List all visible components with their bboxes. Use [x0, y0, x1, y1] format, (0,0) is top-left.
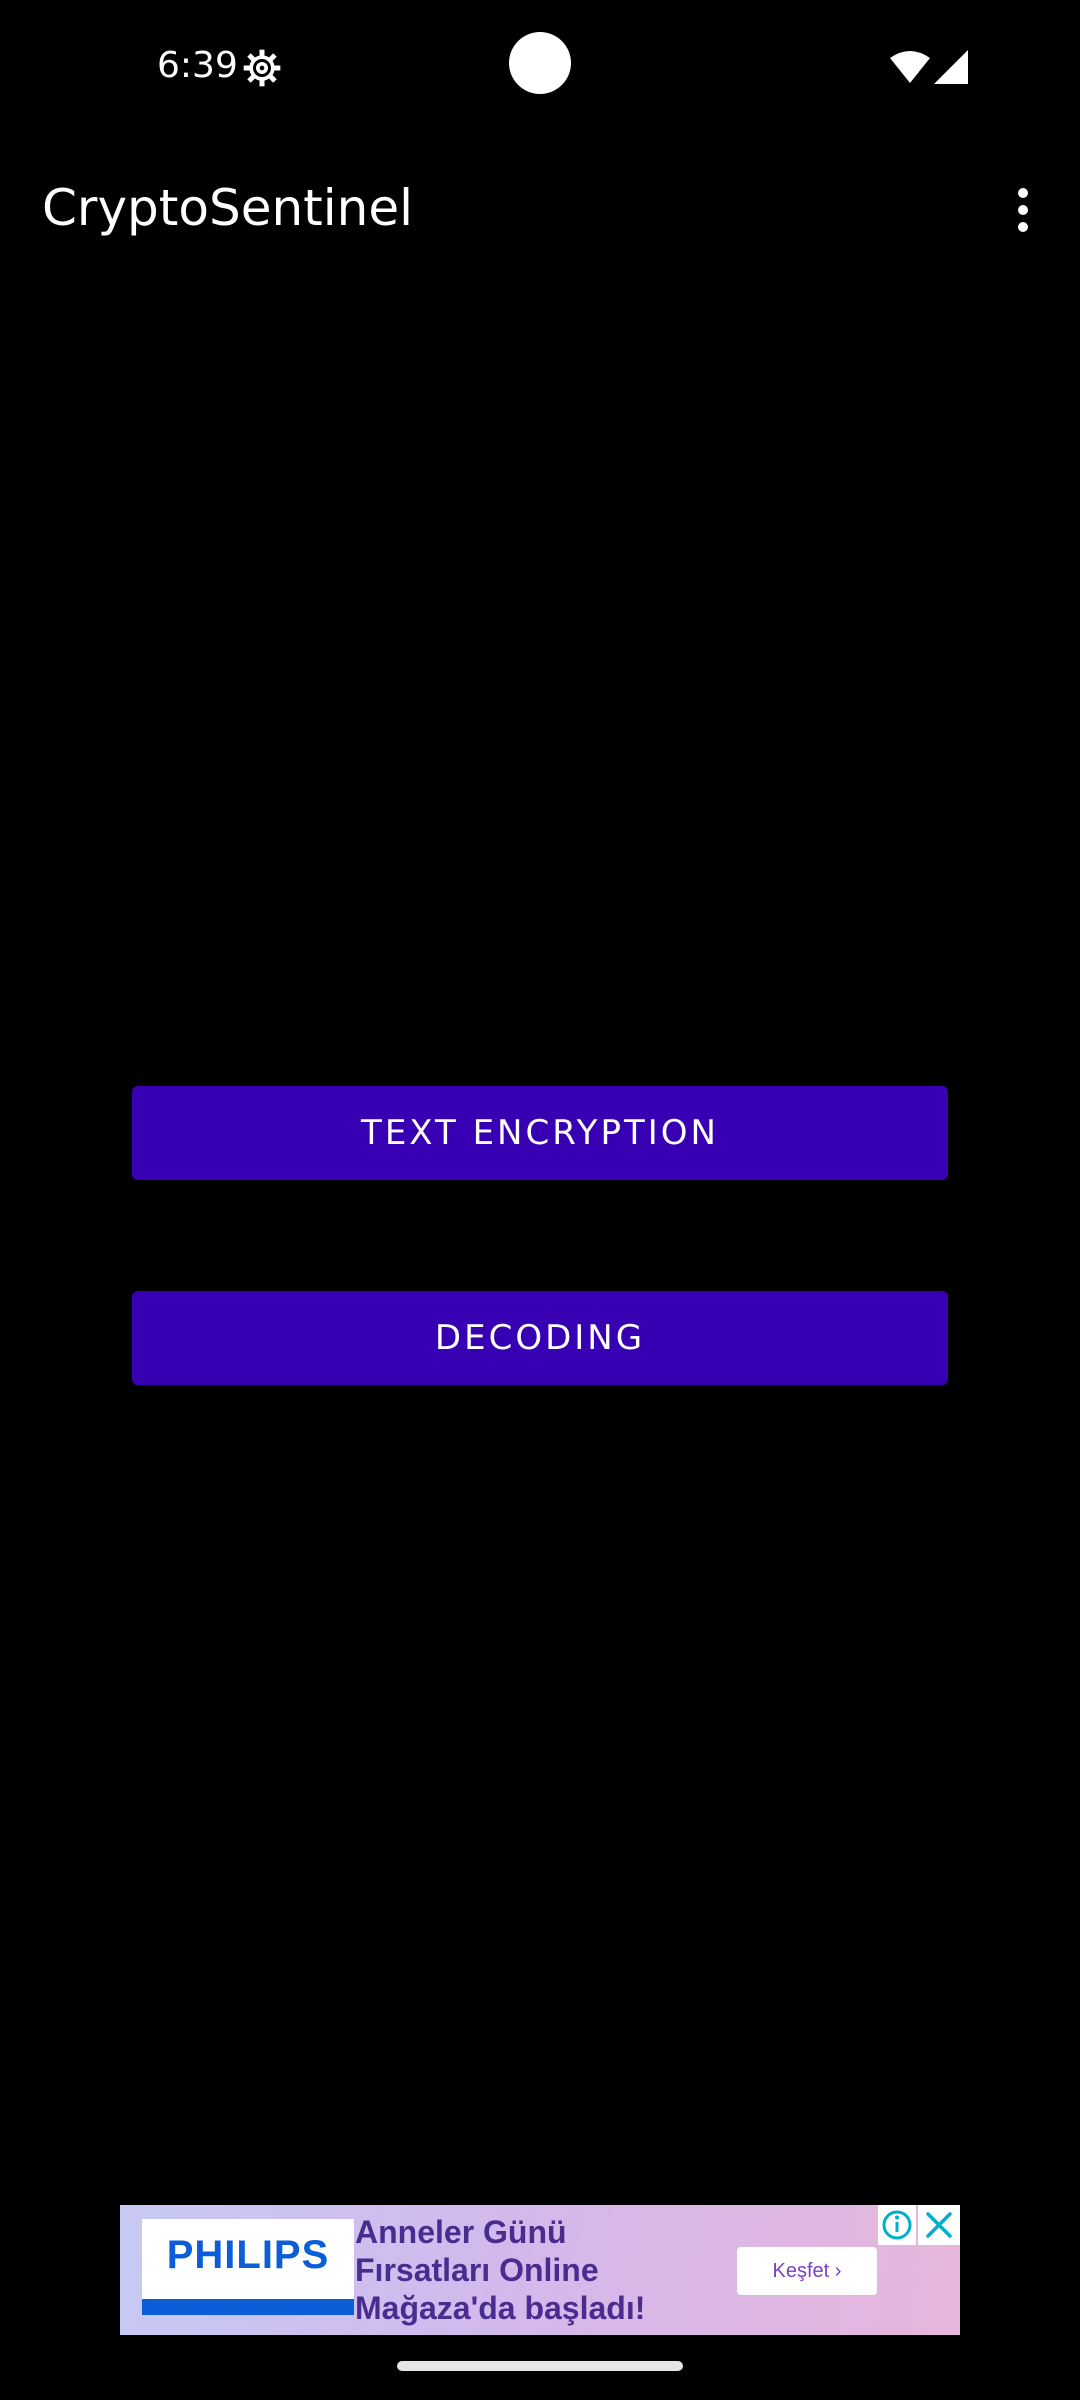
cellular-signal-icon: [934, 50, 968, 84]
menu-dot: [1018, 188, 1028, 198]
ad-headline-line: Fırsatları Online: [355, 2252, 599, 2288]
text-encryption-button[interactable]: TEXT ENCRYPTION: [132, 1086, 948, 1180]
ad-brand-name: PHILIPS: [166, 2233, 330, 2277]
close-icon[interactable]: [918, 2205, 960, 2245]
front-camera-cutout: [509, 32, 571, 94]
ad-headline-line: Mağaza'da başladı!: [355, 2290, 646, 2326]
status-bar: 6:39: [0, 0, 1080, 130]
home-indicator[interactable]: [397, 2361, 683, 2371]
menu-dot: [1018, 222, 1028, 232]
app-screen: 6:39 CryptoSentinel TEXT ENCRYPTION DECO…: [0, 0, 1080, 2400]
ad-banner[interactable]: PHILIPS Anneler Günü Fırsatları Online M…: [120, 2205, 960, 2335]
ad-cta-button[interactable]: Keşfet ›: [737, 2247, 877, 2295]
ad-headline-line: Anneler Günü: [355, 2214, 567, 2250]
decoding-button[interactable]: DECODING: [132, 1291, 948, 1385]
ad-headline: Anneler Günü Fırsatları Online Mağaza'da…: [355, 2213, 655, 2327]
info-icon[interactable]: [878, 2205, 916, 2245]
ad-logo-bar: [142, 2299, 354, 2315]
status-time: 6:39: [157, 45, 238, 86]
more-vert-icon[interactable]: [990, 180, 1054, 240]
app-title: CryptoSentinel: [42, 179, 414, 237]
ad-brand-logo: PHILIPS: [142, 2219, 354, 2315]
menu-dot: [1018, 205, 1028, 215]
app-bar: CryptoSentinel: [0, 150, 1080, 270]
settings-gear-icon: [243, 49, 281, 87]
wifi-icon: [890, 51, 930, 83]
